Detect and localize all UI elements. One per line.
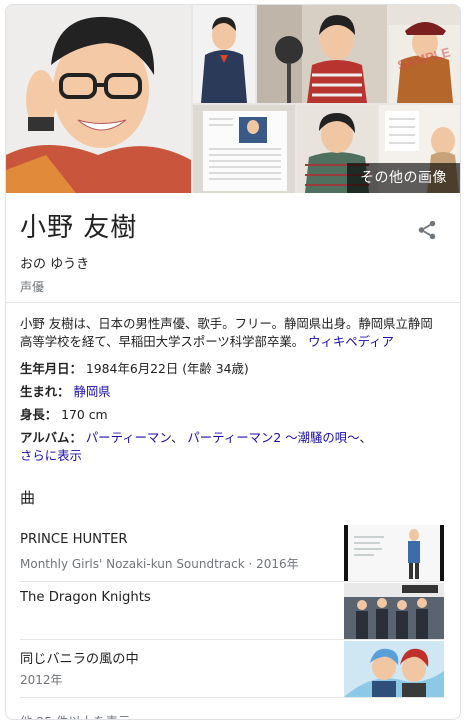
fact-separator: ： — [44, 407, 58, 422]
album-link[interactable]: パーティーマン2 ～潮騒の唄～ — [187, 430, 359, 445]
song-subtitle: 2012年 — [20, 673, 63, 687]
birthplace-link[interactable]: 静岡県 — [74, 384, 111, 399]
share-icon[interactable] — [416, 219, 438, 241]
entity-description: 小野 友樹は、日本の男性声優、歌手。フリー。静岡県出身。静岡県立静岡高等学校を経… — [20, 315, 444, 351]
fact-separator: ： — [69, 430, 82, 445]
song-item[interactable]: The Dragon Knights — [20, 582, 444, 640]
facts-list: 生年月日： 1984年6月22日 (年齢 34歳) 生まれ： 静岡県 身長： 1… — [20, 360, 444, 465]
albums-more-link[interactable]: さらに表示 — [20, 448, 82, 463]
song-subtitle: Monthly Girls' Nozaki-kun Soundtrack · 2… — [20, 557, 299, 571]
fact-value: 1984年6月22日 (年齢 34歳) — [85, 361, 249, 376]
album-link[interactable]: パーティーマン — [86, 430, 171, 445]
suit-photo-image[interactable] — [193, 5, 255, 103]
fact-height: 身長： 170 cm — [20, 406, 444, 424]
song-title: PRINCE HUNTER — [20, 532, 128, 547]
wikipedia-link[interactable]: ウィキペディア — [308, 334, 394, 349]
songs-section-title: 曲 — [20, 489, 36, 507]
image-collage: SAMPLE その他の画像 — [6, 5, 460, 193]
song-thumbnail — [344, 525, 444, 581]
list-separator: 、 — [171, 430, 184, 445]
song-thumbnail — [344, 641, 444, 697]
entity-header: 小野 友樹 おの ゆうき 声優 — [6, 193, 460, 303]
fact-separator: ： — [69, 361, 82, 376]
fact-label: アルバム — [20, 430, 70, 445]
fact-birth-date: 生年月日： 1984年6月22日 (年齢 34歳) — [20, 360, 444, 378]
magazine-page-image[interactable] — [193, 105, 295, 193]
song-title: 同じバニラの風の中 — [20, 652, 139, 667]
song-item[interactable]: PRINCE HUNTER Monthly Girls' Nozaki-kun … — [20, 524, 444, 582]
more-songs-link[interactable]: 他 25 件以上を表示 — [20, 712, 460, 719]
list-separator: 、 — [359, 430, 372, 445]
studio-photo-image[interactable] — [257, 5, 387, 103]
entity-name: 小野 友樹 — [20, 213, 138, 243]
knowledge-panel: SAMPLE その他の画像 小野 友樹 おの ゆうき 声優 小野 友樹は、日本の… — [5, 4, 461, 720]
entity-body: 小野 友樹は、日本の男性声優、歌手。フリー。静岡県出身。静岡県立静岡高等学校を経… — [6, 303, 460, 465]
entity-reading: おの ゆうき — [20, 257, 90, 272]
fact-albums: アルバム： パーティーマン、 パーティーマン2 ～潮騒の唄～、 さらに表示 — [20, 429, 444, 465]
main-portrait-image[interactable] — [6, 5, 191, 193]
fact-value: 170 cm — [61, 407, 108, 422]
song-thumbnail — [344, 583, 444, 639]
fact-label: 生まれ — [20, 384, 58, 399]
entity-occupation: 声優 — [20, 280, 45, 294]
more-images-button[interactable]: その他の画像 — [347, 163, 460, 193]
song-title: The Dragon Knights — [20, 590, 151, 605]
fact-separator: ： — [57, 384, 70, 399]
fact-birthplace: 生まれ： 静岡県 — [20, 383, 444, 401]
fact-label: 身長 — [20, 407, 45, 422]
sample-photo-image[interactable]: SAMPLE — [389, 5, 460, 103]
song-item[interactable]: 同じバニラの風の中 2012年 — [20, 640, 444, 698]
songs-list: PRINCE HUNTER Monthly Girls' Nozaki-kun … — [6, 524, 460, 698]
fact-label: 生年月日 — [20, 361, 70, 376]
